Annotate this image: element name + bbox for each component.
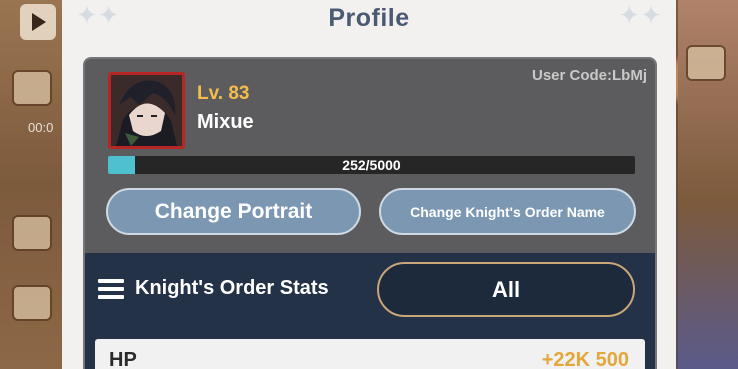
stat-label: HP (109, 349, 137, 369)
background-timer: 00:0 (28, 120, 54, 135)
order-stats-section: Knight's Order Stats All HP +22K 500 (85, 253, 655, 369)
player-name: Mixue (197, 111, 254, 133)
map-icon (686, 45, 726, 81)
background-right-panel (678, 0, 738, 369)
background-left-panel: 00:0 (0, 0, 62, 369)
menu-icon (12, 215, 52, 251)
modal-header: ✦✦ Profile ✦✦ (62, 0, 676, 36)
change-order-name-button[interactable]: Change Knight's Order Name (379, 188, 636, 235)
modal-title: Profile (328, 3, 410, 32)
player-portrait[interactable] (108, 72, 185, 149)
player-level: Lv. 83 (197, 83, 250, 104)
experience-text: 252/5000 (342, 157, 401, 173)
hamburger-menu-icon (98, 279, 124, 299)
play-icon (20, 4, 56, 40)
stats-title: Knight's Order Stats (135, 277, 329, 299)
change-portrait-button[interactable]: Change Portrait (106, 188, 361, 235)
gift-icon (12, 285, 52, 321)
shop-icon (12, 70, 52, 106)
portrait-avatar-icon (111, 75, 182, 146)
stats-filter-select[interactable]: All (377, 262, 635, 317)
user-code[interactable]: User Code:LbMj (532, 67, 647, 84)
sparkle-icon: ✦✦ (76, 0, 120, 30)
profile-modal: ✦✦ Profile ✦✦ User Code:LbMj Lv. 83 Mixu… (62, 0, 676, 369)
sparkle-icon: ✦✦ (618, 0, 662, 30)
profile-panel: User Code:LbMj Lv. 83 Mixue 252/5000 Cha… (83, 57, 657, 369)
stat-value: +22K 500 (541, 349, 629, 369)
experience-bar: 252/5000 (108, 156, 635, 174)
stat-row: HP +22K 500 (95, 339, 645, 369)
